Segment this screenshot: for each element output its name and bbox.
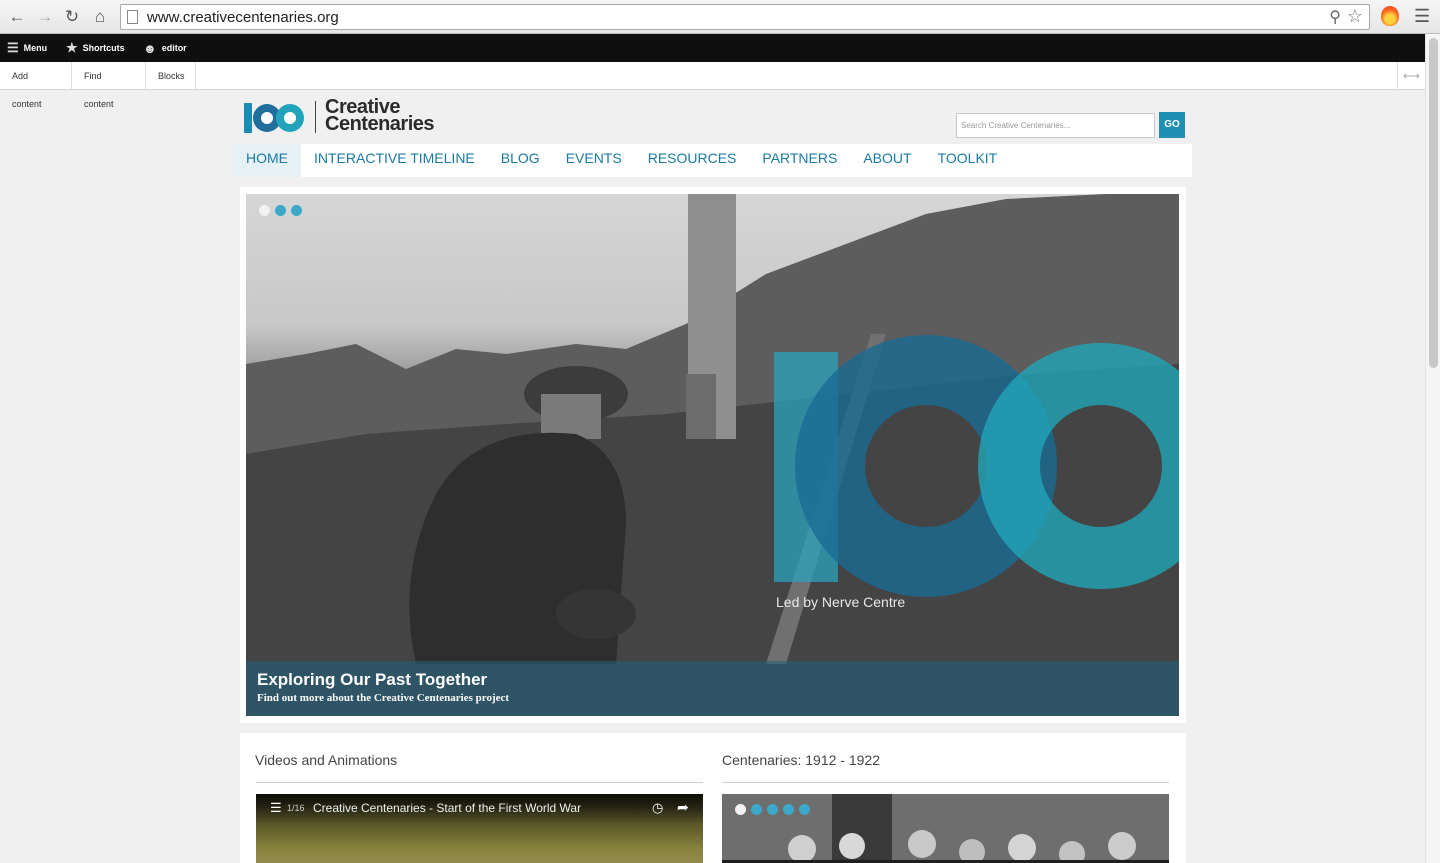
back-arrow-icon[interactable]: ← bbox=[7, 7, 27, 27]
toolbar-menu-label: Menu bbox=[23, 43, 48, 53]
slide-dot[interactable] bbox=[783, 804, 794, 815]
site-search-input[interactable]: Search Creative Centenaries... bbox=[956, 113, 1155, 138]
hero-slide[interactable]: Led by Nerve Centre Exploring Our Past T… bbox=[246, 194, 1179, 716]
hero-overlay-text: Led by Nerve Centre bbox=[776, 594, 906, 610]
centenaries-slider[interactable] bbox=[722, 794, 1169, 863]
nav-home[interactable]: HOME bbox=[233, 144, 301, 177]
user-icon: ☻ bbox=[143, 40, 157, 56]
scrollbar-thumb[interactable] bbox=[1429, 38, 1438, 368]
slide-dot[interactable] bbox=[259, 205, 270, 216]
forward-arrow-icon[interactable]: → bbox=[35, 7, 55, 27]
logo-wordmark: Creative Centenaries bbox=[325, 97, 435, 135]
slide-dot[interactable] bbox=[291, 205, 302, 216]
logo-divider bbox=[315, 101, 316, 133]
toolbar-user-label: editor bbox=[161, 43, 187, 53]
slide-dot[interactable] bbox=[767, 804, 778, 815]
toolbar-shortcuts-button[interactable]: ★ Shortcuts bbox=[66, 34, 125, 62]
page-scrollbar[interactable] bbox=[1425, 34, 1440, 863]
tray-find-content[interactable]: Find content bbox=[72, 62, 146, 109]
slide-dot[interactable] bbox=[751, 804, 762, 815]
tray-orientation-toggle-icon[interactable]: ⟷ bbox=[1397, 62, 1425, 90]
nav-interactive-timeline[interactable]: INTERACTIVE TIMELINE bbox=[301, 144, 488, 177]
video-title[interactable]: Creative Centenaries - Start of the Firs… bbox=[313, 801, 581, 815]
content-region: Videos and Animations ☰ 1/16 Creative Ce… bbox=[240, 733, 1186, 863]
slide-dot[interactable] bbox=[275, 205, 286, 216]
nav-toolkit[interactable]: TOOLKIT bbox=[925, 144, 1011, 177]
admin-toolbar-tray: Add content Find content Blocks ⟷ bbox=[0, 62, 1425, 109]
site-logo[interactable]: Creative Centenaries bbox=[243, 97, 448, 139]
search-go-button[interactable]: GO bbox=[1159, 112, 1185, 138]
hero-slider-frame: Led by Nerve Centre Exploring Our Past T… bbox=[240, 187, 1186, 723]
playlist-position: 1/16 bbox=[287, 803, 305, 813]
address-bar[interactable]: www.creativecentenaries.org ⚲ ☆ bbox=[120, 4, 1370, 30]
nav-resources[interactable]: RESOURCES bbox=[635, 144, 750, 177]
home-icon[interactable]: ⌂ bbox=[90, 7, 110, 27]
logo-line-2: Centenaries bbox=[325, 113, 435, 135]
nav-events[interactable]: EVENTS bbox=[553, 144, 635, 177]
slide-dot[interactable] bbox=[735, 804, 746, 815]
logo-100-icon bbox=[244, 103, 304, 133]
bookmark-star-icon[interactable]: ☆ bbox=[1347, 6, 1363, 27]
extension-flame-icon[interactable] bbox=[1381, 6, 1399, 26]
centenaries-slide-indicators bbox=[735, 804, 810, 815]
hero-caption-subtitle[interactable]: Find out more about the Creative Centena… bbox=[257, 692, 509, 704]
divider bbox=[256, 782, 703, 783]
centenaries-block-title: Centenaries: 1912 - 1922 bbox=[722, 752, 880, 768]
watch-later-icon[interactable]: ◷ bbox=[652, 800, 663, 816]
star-icon: ★ bbox=[66, 40, 78, 55]
toolbar-user-button[interactable]: ☻ editor bbox=[143, 34, 187, 62]
hero-slide-indicators bbox=[259, 205, 302, 216]
nav-blog[interactable]: BLOG bbox=[488, 144, 553, 177]
toolbar-shortcuts-label: Shortcuts bbox=[82, 43, 125, 53]
video-player[interactable]: ☰ 1/16 Creative Centenaries - Start of t… bbox=[256, 794, 703, 863]
videos-block-title: Videos and Animations bbox=[255, 752, 398, 768]
divider bbox=[722, 782, 1169, 783]
tray-blocks[interactable]: Blocks bbox=[146, 62, 196, 90]
nav-about[interactable]: ABOUT bbox=[850, 144, 924, 177]
tray-add-content[interactable]: Add content bbox=[0, 62, 72, 109]
browser-menu-icon[interactable]: ☰ bbox=[1414, 6, 1430, 27]
admin-toolbar: ☰ Menu ★ Shortcuts ☻ editor bbox=[0, 34, 1425, 62]
page-icon bbox=[127, 10, 138, 24]
search-icon[interactable]: ⚲ bbox=[1329, 7, 1341, 27]
nav-partners[interactable]: PARTNERS bbox=[749, 144, 850, 177]
playlist-icon[interactable]: ☰ bbox=[270, 800, 282, 816]
hero-caption-title[interactable]: Exploring Our Past Together bbox=[257, 670, 487, 690]
reload-icon[interactable]: ↻ bbox=[62, 7, 82, 27]
main-navigation: HOME INTERACTIVE TIMELINE BLOG EVENTS RE… bbox=[233, 144, 1192, 177]
toolbar-menu-button[interactable]: ☰ Menu bbox=[7, 34, 47, 62]
hamburger-icon: ☰ bbox=[7, 40, 19, 55]
share-icon[interactable]: ➦ bbox=[677, 799, 689, 816]
url-text[interactable]: www.creativecentenaries.org bbox=[147, 9, 339, 26]
hero-photo bbox=[246, 194, 1179, 716]
browser-toolbar: ← → ↻ ⌂ www.creativecentenaries.org ⚲ ☆ … bbox=[0, 0, 1440, 34]
slide-dot[interactable] bbox=[799, 804, 810, 815]
